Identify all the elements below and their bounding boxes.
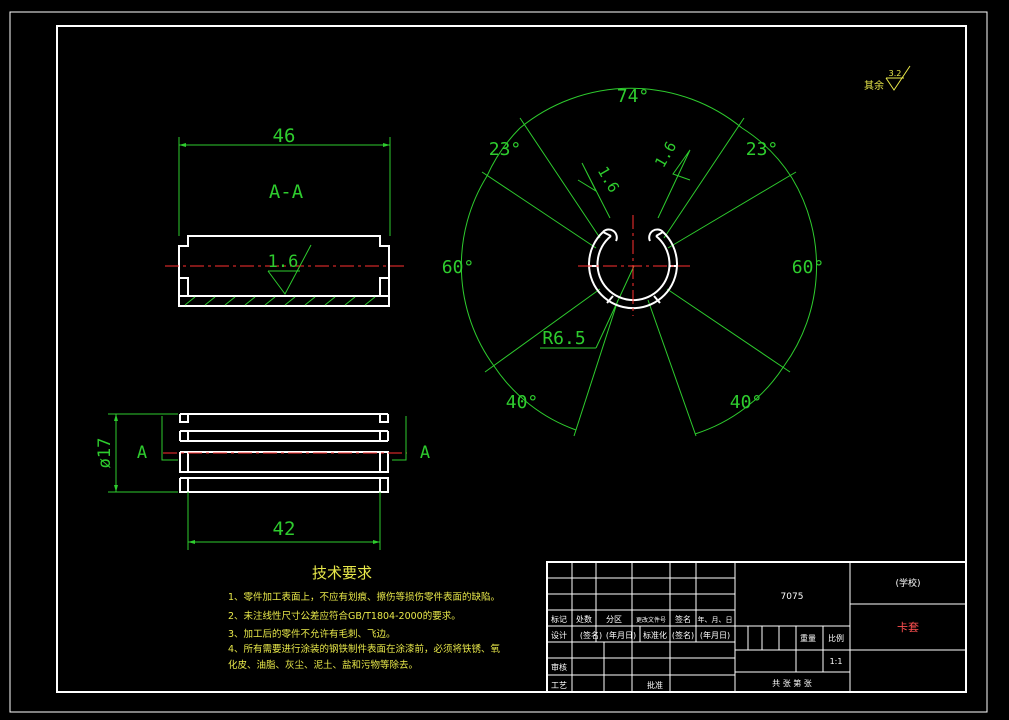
tech-item: 1、零件加工表面上，不应有划痕、擦伤等损伤零件表面的缺陷。 [228, 591, 500, 603]
angle-top-left: 23° [489, 139, 522, 160]
material: 7075 [781, 592, 804, 602]
svg-text:3.2: 3.2 [889, 69, 902, 78]
angle-left: 60° [442, 257, 475, 278]
angle-bottom-right: 40° [730, 392, 763, 413]
approve-label: 批准 [647, 680, 663, 690]
angle-top: 74° [617, 86, 650, 107]
svg-text:(签名): (签名) [672, 630, 694, 640]
tech-item: 3、加工后的零件不允许有毛刺、飞边。 [228, 628, 396, 640]
roughness-right: 1.6 [651, 138, 680, 170]
tech-item: 化皮、油脂、灰尘、泥土、盐和污物等除去。 [228, 659, 418, 671]
svg-text:(年月日): (年月日) [606, 630, 636, 640]
section-mark-left: A [137, 443, 147, 463]
tech-item: 2、未注线性尺寸公差应符合GB/T1804-2000的要求。 [228, 610, 461, 622]
tech-item: 4、所有需要进行涂装的钢铁制件表面在涂漆前，必须将铁锈、氧 [228, 643, 501, 655]
angle-top-right: 23° [746, 139, 779, 160]
review-label: 审核 [551, 662, 567, 672]
angle-right: 60° [792, 257, 825, 278]
radius-label: R6.5 [542, 328, 585, 349]
dim-46-label: 46 [273, 125, 296, 147]
roughness-left: 1.6 [594, 163, 623, 195]
dim-diameter-label: ø17 [95, 438, 115, 469]
tech-requirements: 技术要求 1、零件加工表面上，不应有划痕、擦伤等损伤零件表面的缺陷。 2、未注线… [228, 564, 501, 671]
svg-text:(年月日): (年月日) [700, 630, 730, 640]
cad-drawing: 46 A-A 1.6 A A ø17 42 1.6 1.6 74° 23° 23… [9, 11, 988, 713]
school: (学校) [895, 577, 920, 589]
svg-text:标准化: 标准化 [643, 630, 667, 640]
side-view: 1.6 1.6 74° 23° 23° 60° 60° 40° 40° R6.5 [442, 86, 825, 437]
sheets-label: 共 张 第 张 [772, 678, 812, 688]
svg-text:更改文件号: 更改文件号 [636, 616, 666, 624]
svg-text:其余: 其余 [864, 79, 884, 92]
scale-value: 1:1 [830, 657, 843, 666]
svg-text:分区: 分区 [606, 615, 622, 624]
section-mark-right: A [420, 443, 430, 463]
dim-42-label: 42 [273, 518, 296, 540]
svg-text:签名: 签名 [675, 614, 691, 624]
section-view: 46 A-A 1.6 [165, 125, 405, 307]
inner-border [56, 25, 967, 693]
remaining-roughness: 其余 3.2 [864, 65, 911, 92]
svg-text:年、月、日: 年、月、日 [698, 615, 733, 624]
roughness-section: 1.6 [268, 252, 299, 272]
tech-title: 技术要求 [312, 564, 372, 582]
svg-text:(签名): (签名) [580, 630, 602, 640]
part-name: 卡套 [897, 621, 919, 634]
process-label: 工艺 [551, 681, 567, 690]
svg-text:处数: 处数 [576, 614, 592, 624]
weight-label: 重量 [800, 633, 816, 643]
svg-text:设计: 设计 [551, 630, 567, 640]
section-label: A-A [269, 181, 304, 203]
scale-label: 比例 [828, 633, 844, 643]
angle-bottom-left: 40° [506, 392, 539, 413]
svg-text:标记: 标记 [551, 614, 567, 624]
front-view: A A ø17 42 [95, 413, 430, 550]
